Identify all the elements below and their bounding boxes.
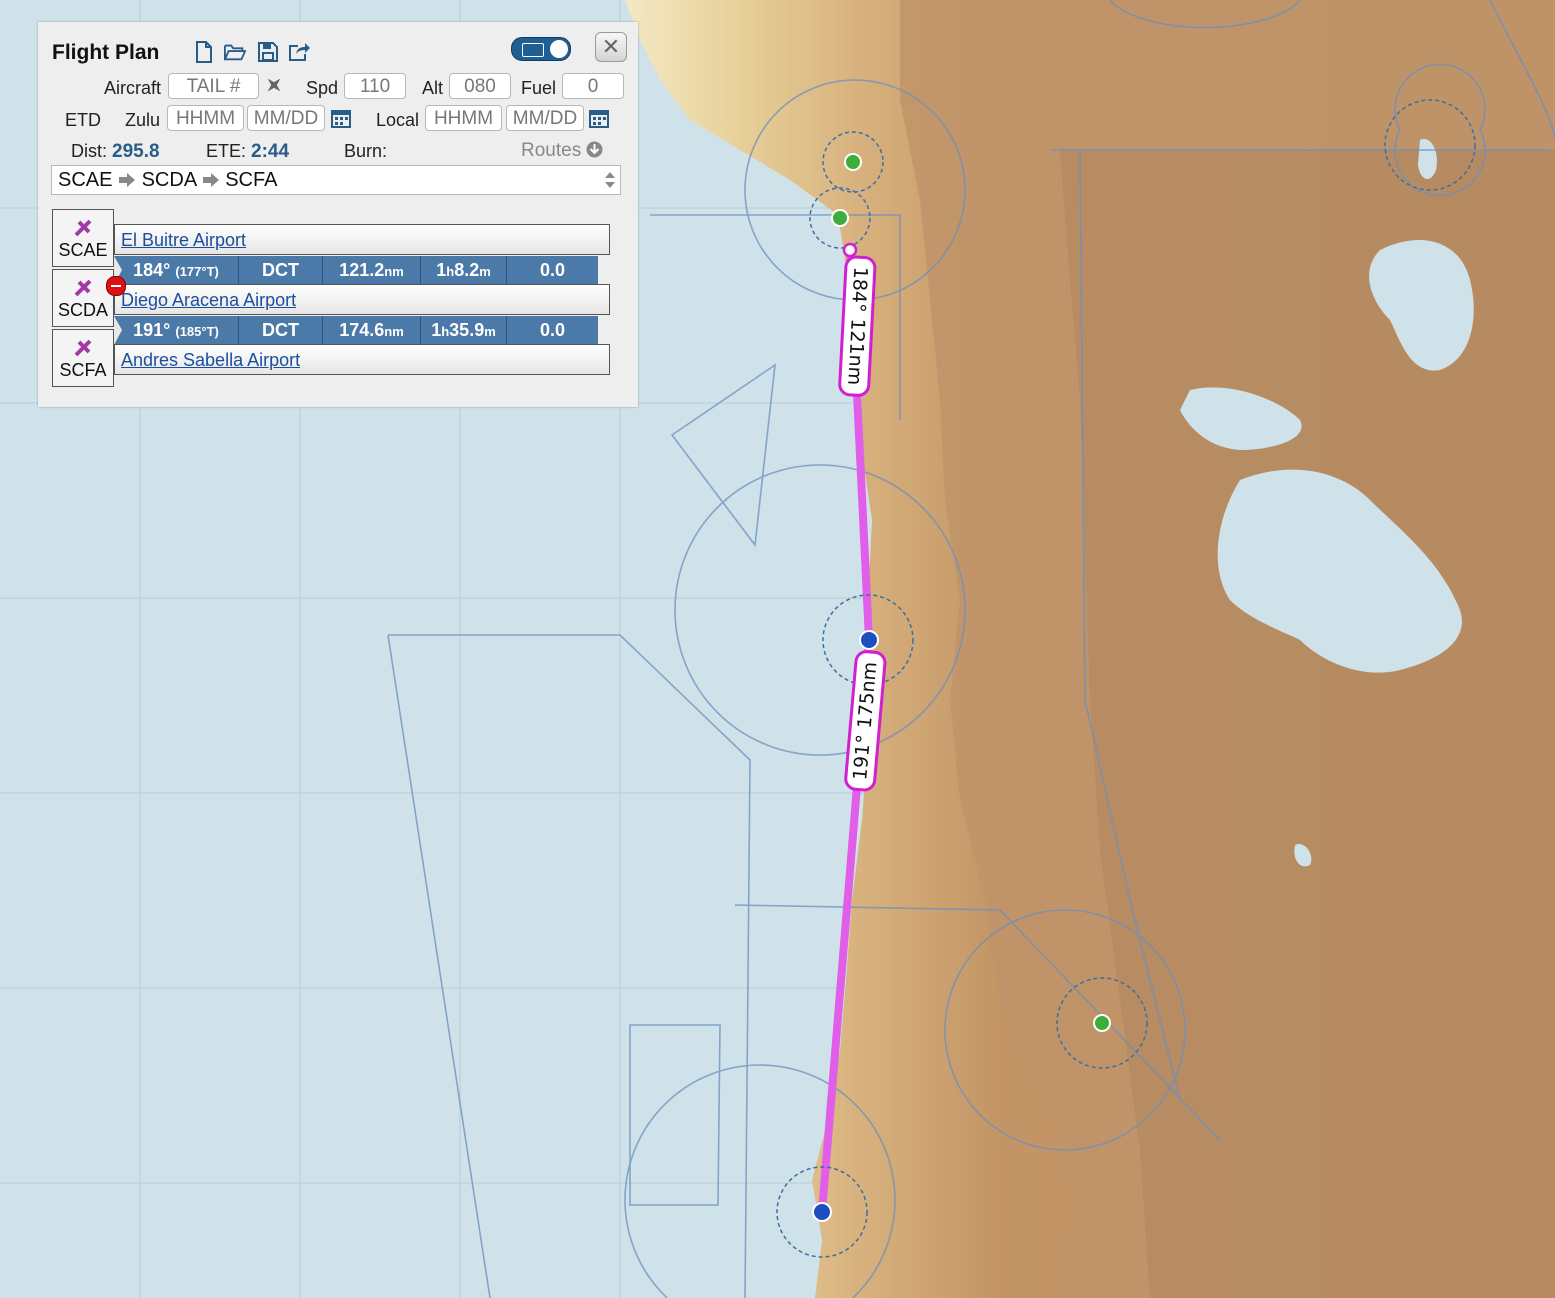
close-icon: ✕ — [601, 34, 621, 59]
route-point: SCFA — [225, 169, 278, 191]
altitude-label: Alt — [422, 78, 444, 98]
speed-label: Spd — [306, 78, 339, 98]
leg-time: 1h35.9m — [420, 316, 506, 345]
arrow-right-icon — [202, 173, 219, 187]
zulu-date-input[interactable]: MM/DD — [247, 105, 325, 131]
waypoint-name-row: Diego Aracena Airport — [114, 284, 610, 315]
open-folder-icon[interactable] — [224, 41, 246, 63]
waypoint-name-row: Andres Sabella Airport — [114, 344, 610, 375]
share-icon[interactable] — [288, 41, 310, 63]
zulu-time-input[interactable]: HHMM — [167, 105, 244, 131]
leg-row: 191° (185°T) DCT 174.6nm 1h35.9m 0.0 — [114, 316, 598, 345]
zulu-calendar-icon[interactable] — [331, 108, 351, 133]
chevron-down-circle-icon — [586, 141, 603, 158]
waypoint-name-row: El Buitre Airport — [114, 224, 610, 255]
route-input[interactable]: SCAE SCDA SCFA — [51, 165, 621, 195]
leg-fuel: 0.0 — [506, 316, 598, 345]
local-calendar-icon[interactable] — [589, 108, 609, 133]
leg-distance: 121.2nm — [322, 256, 420, 285]
list-icon — [522, 43, 544, 57]
waypoint-tab-scfa[interactable]: SCFA — [52, 329, 114, 387]
ete-summary: ETE: 2:44 — [206, 141, 289, 163]
fuel-input[interactable]: 0 — [562, 73, 624, 99]
altitude-input[interactable]: 080 — [449, 73, 511, 99]
close-button[interactable]: ✕ — [595, 32, 627, 62]
waypoint-tab-scae[interactable]: SCAE — [52, 209, 114, 267]
aircraft-icon[interactable] — [265, 76, 283, 99]
flight-plan-panel: Flight Plan ✕ Aircraft TAIL # Spd 110 Al… — [38, 22, 638, 407]
local-label: Local — [376, 110, 420, 130]
etd-label: ETD — [65, 110, 101, 130]
local-date-input[interactable]: MM/DD — [506, 105, 584, 131]
leg-via: DCT — [238, 256, 322, 285]
leg-heading: 191° (185°T) — [114, 316, 238, 345]
new-file-icon[interactable] — [193, 41, 215, 63]
leg-via: DCT — [238, 316, 322, 345]
zulu-label: Zulu — [125, 110, 161, 130]
waypoint-code: SCAE — [58, 240, 108, 260]
panel-title: Flight Plan — [52, 41, 160, 64]
local-time-input[interactable]: HHMM — [425, 105, 502, 131]
distance-value: 295.8 — [112, 141, 160, 162]
distance-label: Dist: — [71, 141, 107, 161]
panel-toggle-switch[interactable] — [511, 37, 571, 61]
airport-link[interactable]: Andres Sabella Airport — [121, 350, 300, 370]
save-icon[interactable] — [257, 41, 279, 63]
tail-number-input[interactable]: TAIL # — [168, 73, 259, 99]
route-point: SCAE — [58, 169, 113, 191]
leg-time: 1h8.2m — [420, 256, 506, 285]
route-point: SCDA — [141, 169, 197, 191]
arrow-right-icon — [119, 173, 136, 187]
leg-fuel: 0.0 — [506, 256, 598, 285]
airport-link[interactable]: El Buitre Airport — [121, 230, 246, 250]
waypoint-code: SCFA — [59, 360, 107, 380]
burn-label: Burn: — [344, 141, 388, 161]
routes-button[interactable]: Routes — [521, 140, 603, 162]
leg-row: 184° (177°T) DCT 121.2nm 1h8.2m 0.0 — [114, 256, 598, 285]
speed-input[interactable]: 110 — [344, 73, 406, 99]
distance-summary: Dist: 295.8 — [71, 141, 160, 163]
ete-label: ETE: — [206, 141, 247, 161]
remove-waypoint-icon[interactable] — [106, 276, 126, 296]
waypoint-tab-scda[interactable]: SCDA — [52, 269, 114, 327]
leg-heading: 184° (177°T) — [114, 256, 238, 285]
leg-distance: 174.6nm — [322, 316, 420, 345]
ete-value: 2:44 — [251, 141, 290, 162]
fuel-label: Fuel — [521, 78, 557, 98]
airport-link[interactable]: Diego Aracena Airport — [121, 290, 296, 310]
aircraft-label: Aircraft — [104, 78, 162, 98]
waypoint-code: SCDA — [57, 300, 108, 320]
routes-label: Routes — [521, 140, 582, 161]
route-spinner[interactable] — [602, 168, 618, 192]
